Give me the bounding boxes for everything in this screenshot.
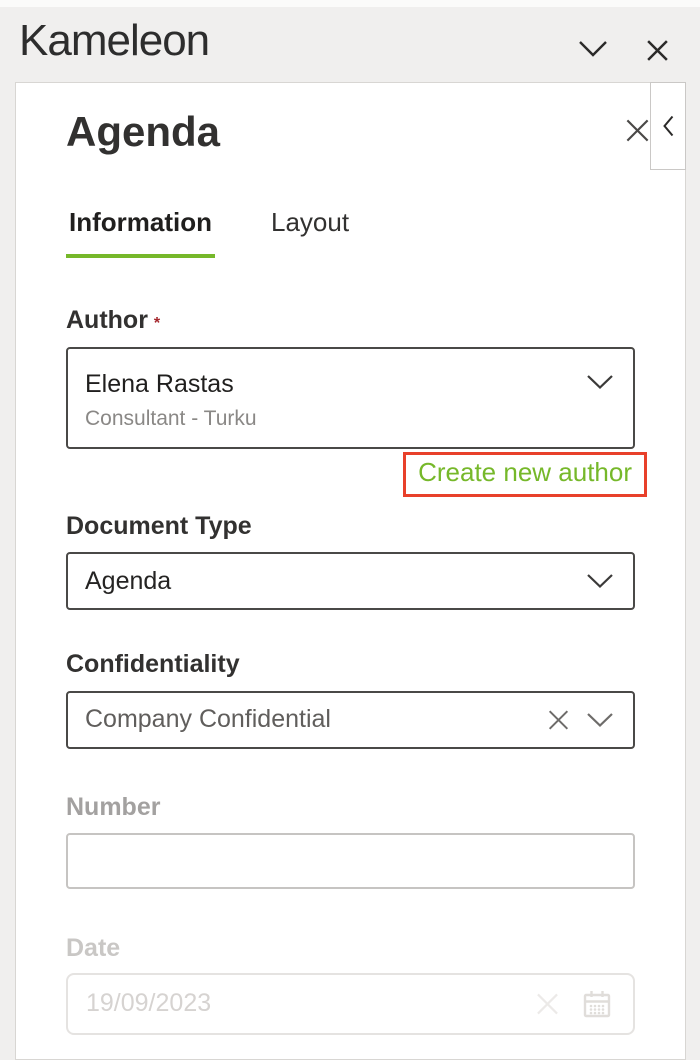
author-subtitle: Consultant - Turku: [85, 406, 569, 431]
window-top-strip: [0, 0, 700, 7]
author-label: Author: [66, 306, 148, 334]
page-title: Agenda: [66, 109, 635, 155]
create-author-row: Create new author: [66, 452, 647, 497]
chevron-down-icon: [578, 40, 608, 58]
clear-x-icon: [546, 707, 571, 732]
chevron-down-icon: [586, 374, 614, 390]
number-field-group: Number: [66, 791, 635, 890]
required-marker: *: [154, 315, 160, 332]
document-type-value: Agenda: [85, 567, 171, 596]
create-new-author-link[interactable]: Create new author: [418, 458, 632, 488]
document-type-field-group: Document Type Agenda: [66, 510, 635, 611]
author-field-group: Author* Elena Rastas Consultant - Turku …: [66, 304, 635, 496]
window-header: Kameleon: [0, 7, 700, 82]
date-field-group: Date: [66, 932, 635, 1035]
annotation-highlight-box: Create new author: [403, 452, 647, 497]
document-type-combobox[interactable]: Agenda: [66, 552, 635, 610]
chevron-down-icon: [586, 712, 614, 728]
date-label: Date: [66, 932, 635, 965]
window-close-button[interactable]: [645, 37, 671, 63]
clear-x-icon: [534, 990, 561, 1017]
confidentiality-label: Confidentiality: [66, 648, 635, 681]
number-input: [66, 833, 635, 889]
tab-information[interactable]: Information: [66, 207, 215, 258]
confidentiality-field-group: Confidentiality Company Confidential: [66, 648, 635, 749]
author-label-row: Author *: [66, 304, 635, 337]
document-type-label: Document Type: [66, 510, 635, 543]
confidentiality-value: Company Confidential: [85, 705, 331, 734]
task-pane: Agenda Information Layout Author * Elena …: [15, 82, 686, 1060]
tab-layout[interactable]: Layout: [268, 207, 352, 258]
date-input-wrap: [66, 973, 635, 1035]
app-title: Kameleon: [19, 16, 209, 66]
author-value: Elena Rastas: [85, 369, 569, 400]
close-icon: [645, 38, 671, 63]
confidentiality-clear-button[interactable]: [546, 707, 571, 732]
number-label: Number: [66, 791, 635, 824]
calendar-icon: [581, 988, 613, 1020]
window-collapse-button[interactable]: [578, 39, 608, 59]
chevron-down-icon: [586, 573, 614, 589]
author-combobox[interactable]: Elena Rastas Consultant - Turku: [66, 347, 635, 449]
confidentiality-combobox[interactable]: Company Confidential: [66, 691, 635, 749]
tab-bar: Information Layout: [66, 207, 635, 258]
